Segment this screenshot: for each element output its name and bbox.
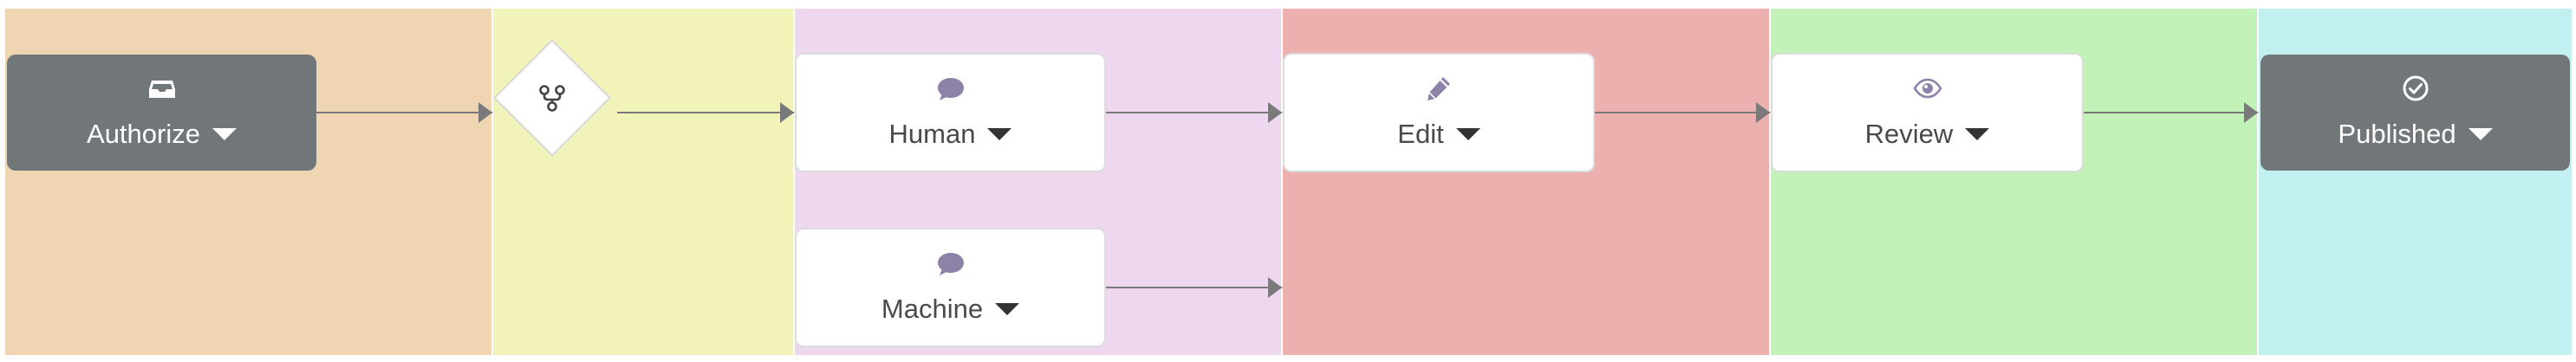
check-circle-icon <box>2403 75 2428 101</box>
human-node[interactable]: Human <box>795 53 1106 172</box>
speech-bubble-icon <box>937 253 964 275</box>
review-node[interactable]: Review <box>1771 53 2084 172</box>
machine-label: Machine <box>881 294 984 324</box>
chevron-down-icon[interactable] <box>1455 128 1480 140</box>
published-node[interactable]: Published <box>2261 55 2570 171</box>
authorize-label: Authorize <box>87 119 200 149</box>
eye-icon <box>1912 78 1942 99</box>
chevron-down-icon[interactable] <box>211 128 237 140</box>
chevron-down-icon[interactable] <box>2468 128 2493 140</box>
authorize-node[interactable]: Authorize <box>7 55 316 171</box>
review-label: Review <box>1864 119 1954 149</box>
edit-label: Edit <box>1397 119 1444 149</box>
human-label: Human <box>888 119 976 149</box>
chevron-down-icon[interactable] <box>1965 128 1990 140</box>
chevron-down-icon[interactable] <box>995 303 1020 315</box>
inbox-icon <box>148 81 175 98</box>
pencil-icon <box>1428 77 1450 100</box>
chevron-down-icon[interactable] <box>987 128 1012 140</box>
machine-node[interactable]: Machine <box>795 228 1106 347</box>
fork-icon <box>539 85 565 112</box>
published-label: Published <box>2338 119 2456 149</box>
speech-bubble-icon <box>937 78 964 100</box>
edit-node[interactable]: Edit <box>1283 53 1595 172</box>
